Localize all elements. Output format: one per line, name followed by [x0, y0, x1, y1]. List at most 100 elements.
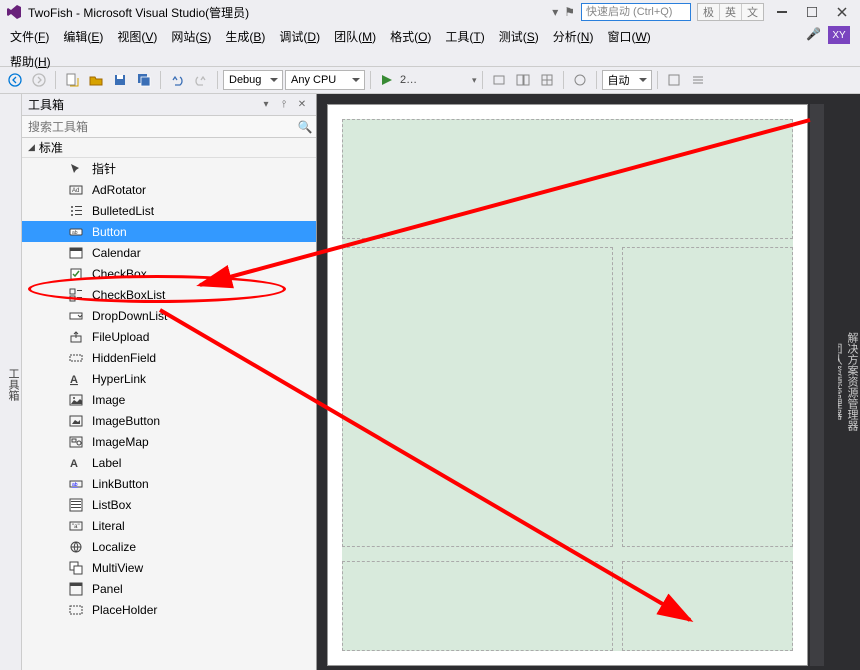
tool-item-label: ImageMap: [92, 435, 149, 449]
checkbox-icon: [68, 266, 84, 282]
dropdownlist-icon: [68, 308, 84, 324]
minimize-button[interactable]: [770, 1, 794, 23]
search-icon[interactable]: 🔍: [294, 120, 316, 134]
toolbox-options-icon[interactable]: ▾: [258, 97, 274, 113]
tool-item-fileupload[interactable]: FileUpload: [22, 326, 316, 347]
toolbox-category[interactable]: ◢ 标准: [22, 138, 316, 158]
category-label: 标准: [39, 139, 63, 156]
tb-icon-3[interactable]: [536, 69, 558, 91]
tb-icon-5[interactable]: [663, 69, 685, 91]
toolbox-pin-icon[interactable]: ⫯: [276, 97, 292, 113]
undo-button[interactable]: [166, 69, 188, 91]
tool-item-placeholder[interactable]: PlaceHolder: [22, 599, 316, 620]
left-gutter-tab[interactable]: 工具箱: [0, 94, 22, 670]
new-file-button[interactable]: [61, 69, 83, 91]
button-icon: ab: [68, 224, 84, 240]
tb-icon-6[interactable]: [687, 69, 709, 91]
config-combo[interactable]: Debug: [223, 70, 283, 90]
tool-item-checkboxlist[interactable]: CheckBoxList: [22, 284, 316, 305]
voice-icon[interactable]: 🎤: [806, 27, 822, 43]
menu-window[interactable]: 窗口(W): [607, 26, 650, 47]
menu-file[interactable]: 文件(F): [10, 26, 49, 47]
designer-page[interactable]: [327, 104, 808, 666]
menu-view[interactable]: 视图(V): [117, 26, 157, 47]
svg-text:A: A: [70, 374, 78, 386]
menu-tools[interactable]: 工具(T): [445, 26, 484, 47]
flag-icon[interactable]: ⚑: [564, 5, 575, 19]
tool-item-calendar[interactable]: Calendar: [22, 242, 316, 263]
tool-item-linkbutton[interactable]: abLinkButton: [22, 473, 316, 494]
grid-cell[interactable]: [342, 247, 613, 547]
user-badge[interactable]: XY: [828, 26, 850, 44]
tool-item-imagebutton[interactable]: ImageButton: [22, 410, 316, 431]
window-title: TwoFish - Microsoft Visual Studio(管理员): [28, 4, 249, 21]
tool-item-multiview[interactable]: MultiView: [22, 557, 316, 578]
tool-item-hyperlink[interactable]: AHyperLink: [22, 368, 316, 389]
panel-tab-solution[interactable]: 解决方案资源管理器: [844, 100, 860, 662]
close-button[interactable]: [830, 1, 854, 23]
grid-cell[interactable]: [622, 561, 793, 651]
localize-icon: [68, 539, 84, 555]
tool-item-pointer[interactable]: 指针: [22, 158, 316, 179]
tool-item-dropdownlist[interactable]: DropDownList: [22, 305, 316, 326]
tool-item-imagemap[interactable]: ImageMap: [22, 431, 316, 452]
tool-item-label: PlaceHolder: [92, 603, 157, 617]
tb-icon-4[interactable]: [569, 69, 591, 91]
nav-back-button[interactable]: [4, 69, 26, 91]
tool-item-label: DropDownList: [92, 309, 167, 323]
save-button[interactable]: [109, 69, 131, 91]
tool-item-panel[interactable]: Panel: [22, 578, 316, 599]
menu-website[interactable]: 网站(S): [171, 26, 211, 47]
menu-build[interactable]: 生成(B): [225, 26, 265, 47]
platform-combo[interactable]: Any CPU: [285, 70, 365, 90]
menu-analyze[interactable]: 分析(N): [553, 26, 594, 47]
tool-item-checkbox[interactable]: CheckBox: [22, 263, 316, 284]
tool-item-literal[interactable]: "a"Literal: [22, 515, 316, 536]
tool-item-button[interactable]: abButton: [22, 221, 316, 242]
tool-item-label: Panel: [92, 582, 123, 596]
notification-icon[interactable]: ▾: [552, 5, 558, 19]
nav-fwd-button[interactable]: [28, 69, 50, 91]
ime-indicator[interactable]: 极 英 文: [697, 3, 764, 21]
grid-cell[interactable]: [342, 561, 613, 651]
menu-format[interactable]: 格式(O): [390, 26, 431, 47]
start-dropdown-icon[interactable]: ▾: [472, 75, 477, 86]
grid-cell[interactable]: [622, 247, 793, 547]
tool-item-localize[interactable]: Localize: [22, 536, 316, 557]
tool-item-label: AdRotator: [92, 183, 146, 197]
layout-grid[interactable]: [342, 119, 793, 651]
tool-item-bulletedlist[interactable]: BulletedList: [22, 200, 316, 221]
adrotator-icon: Ad: [68, 182, 84, 198]
right-collapsed-panels: 解决方案资源管理器 团队资源管理器 属性: [838, 94, 860, 670]
menu-edit[interactable]: 编辑(E): [63, 26, 103, 47]
tool-item-hiddenfield[interactable]: HiddenField: [22, 347, 316, 368]
toolbox-close-icon[interactable]: ✕: [294, 97, 310, 113]
tb-icon-2[interactable]: [512, 69, 534, 91]
grid-cell[interactable]: [342, 119, 793, 239]
tool-item-label[interactable]: ALabel: [22, 452, 316, 473]
redo-button[interactable]: [190, 69, 212, 91]
designer-surface[interactable]: [317, 94, 838, 670]
open-button[interactable]: [85, 69, 107, 91]
toolbox-search-input[interactable]: [22, 120, 294, 134]
main-area: 工具箱 工具箱 ▾ ⫯ ✕ 🔍 ◢ 标准 指针 Ad AdRotator Bullet…: [0, 94, 860, 670]
quick-launch-input[interactable]: 快速启动 (Ctrl+Q): [581, 3, 691, 21]
start-debug-button[interactable]: [376, 69, 398, 91]
platform-value: Any CPU: [291, 74, 336, 86]
tool-item-label: ListBox: [92, 498, 131, 512]
vertical-scrollbar[interactable]: [810, 104, 824, 666]
tool-item-image[interactable]: Image: [22, 389, 316, 410]
menu-debug[interactable]: 调试(D): [279, 26, 320, 47]
toolbox-header: 工具箱 ▾ ⫯ ✕: [22, 94, 316, 116]
save-all-button[interactable]: [133, 69, 155, 91]
calendar-icon: [68, 245, 84, 261]
tool-item-adrotator[interactable]: Ad AdRotator: [22, 179, 316, 200]
tb-icon-1[interactable]: [488, 69, 510, 91]
maximize-button[interactable]: [800, 1, 824, 23]
tool-item-listbox[interactable]: ListBox: [22, 494, 316, 515]
menu-team[interactable]: 团队(M): [334, 26, 376, 47]
menu-test[interactable]: 测试(S): [499, 26, 539, 47]
auto-combo[interactable]: 自动: [602, 70, 652, 90]
auto-value: 自动: [608, 72, 630, 88]
category-collapse-icon: ◢: [28, 142, 35, 153]
